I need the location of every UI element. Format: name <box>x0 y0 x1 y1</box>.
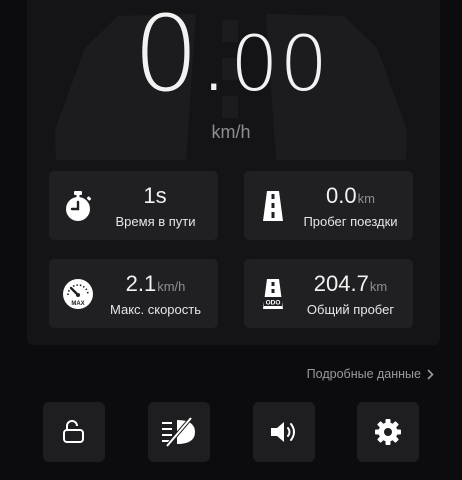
headlight-toggle-button[interactable] <box>148 402 210 462</box>
sound-button[interactable] <box>253 402 315 462</box>
speaker-icon <box>271 422 295 442</box>
svg-text:ODO: ODO <box>266 300 281 307</box>
chevron-right-icon <box>427 368 434 380</box>
stat-card-max-speed: MAX 2.1km/h Макс. скорость <box>49 259 218 328</box>
speed-decimal-point: . <box>197 0 231 115</box>
stat-card-travel-time: 1s Время в пути <box>49 171 218 240</box>
stat-value: 0.0km <box>326 183 375 208</box>
stat-card-trip-distance: 0.0km Пробег поездки <box>244 171 413 240</box>
odometer-road-icon: ODO <box>263 279 283 309</box>
stat-label: Время в пути <box>115 214 196 229</box>
settings-button[interactable] <box>357 402 419 462</box>
gear-icon <box>375 419 401 445</box>
stat-card-total-distance: ODO 204.7km Общий пробег <box>244 259 413 328</box>
speed-integer: 0 <box>133 0 199 115</box>
stat-label: Макс. скорость <box>109 302 201 317</box>
stopwatch-icon <box>66 191 92 221</box>
svg-text:MAX: MAX <box>71 301 84 307</box>
speedometer-max-icon: MAX <box>63 279 93 309</box>
speed-unit: km/h <box>211 122 251 142</box>
stat-label: Общий пробег <box>306 302 395 317</box>
stat-value: 1s <box>143 183 167 208</box>
unlock-icon <box>63 420 84 443</box>
details-link[interactable]: Подробные данные <box>307 367 434 381</box>
stat-label: Пробег поездки <box>303 214 398 229</box>
headlight-off-icon <box>162 417 195 447</box>
stat-value: 204.7km <box>313 271 388 296</box>
details-link-label: Подробные данные <box>306 367 421 381</box>
road-icon <box>263 191 283 221</box>
stat-value: 2.1km/h <box>125 271 186 296</box>
speed-readout: 0.00 <box>0 2 462 106</box>
unlock-button[interactable] <box>43 402 105 462</box>
speed-decimal: 00 <box>230 19 329 108</box>
